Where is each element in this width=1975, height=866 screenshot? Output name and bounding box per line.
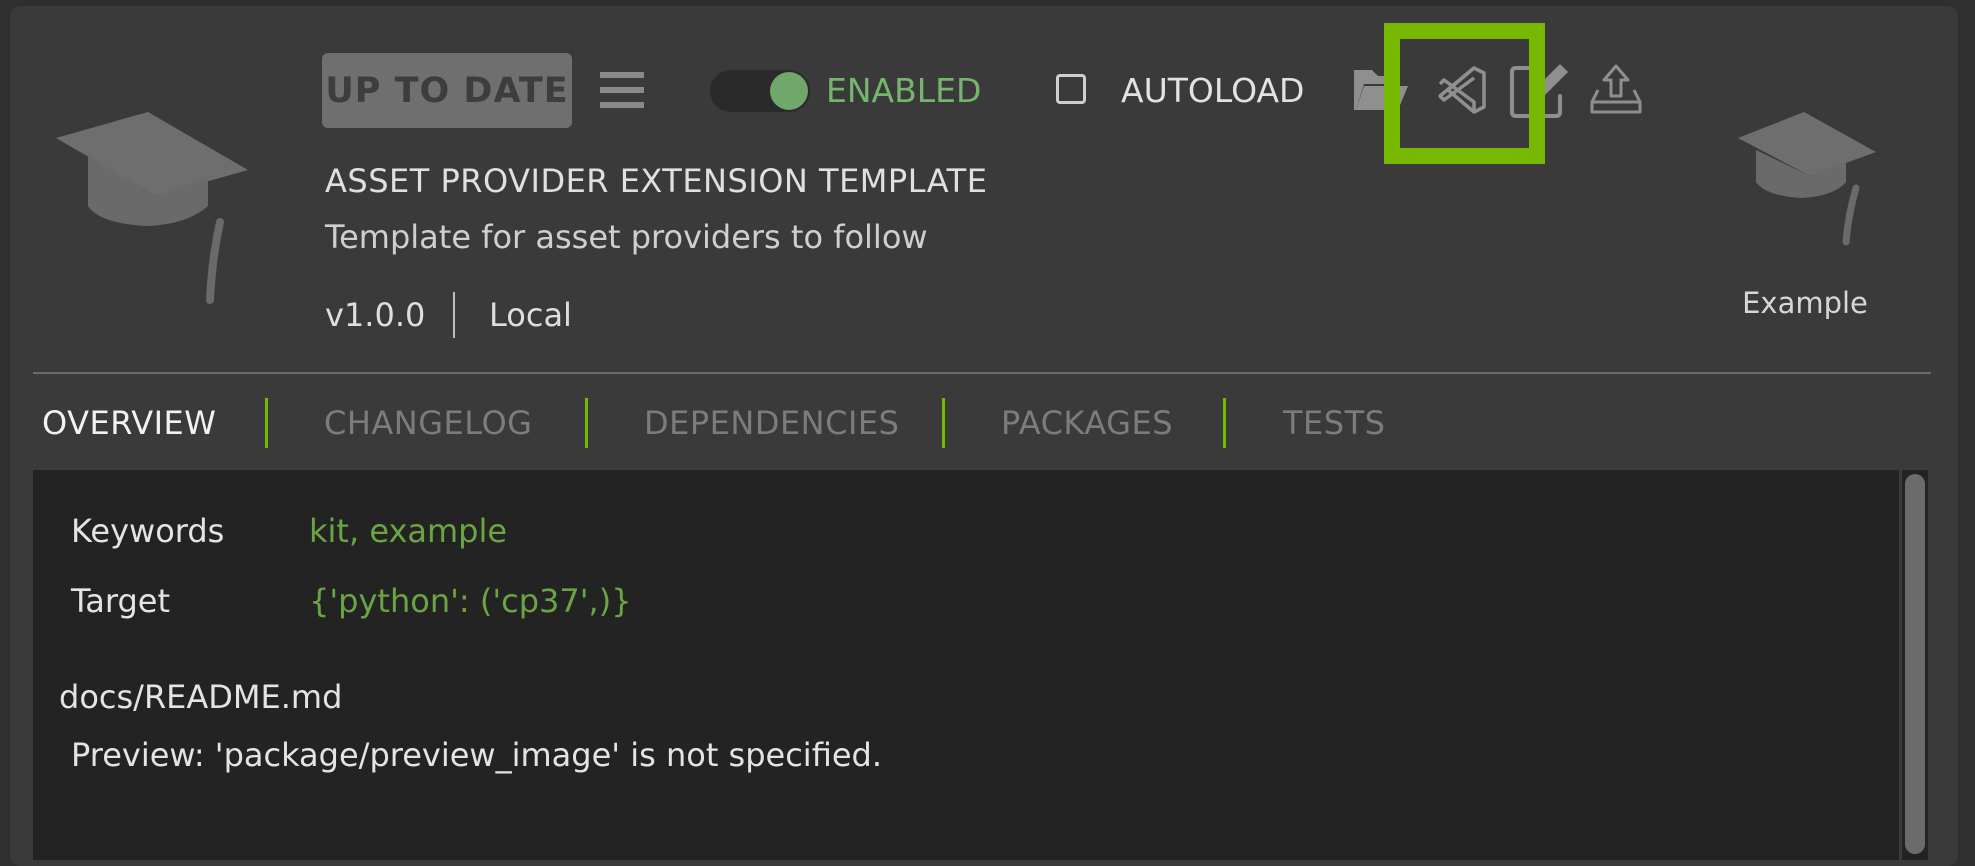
tab-separator xyxy=(942,398,945,448)
target-value: {'python': ('cp37',)} xyxy=(309,582,632,620)
tab-changelog[interactable]: CHANGELOG xyxy=(324,404,532,442)
status-badge: UP TO DATE xyxy=(322,53,572,128)
header-divider xyxy=(33,372,1931,374)
preview-message: Preview: 'package/preview_image' is not … xyxy=(71,736,883,774)
menu-icon[interactable] xyxy=(600,70,644,110)
version-label: v1.0.0 xyxy=(325,296,426,334)
keywords-value: kit, example xyxy=(309,512,508,550)
tab-packages[interactable]: PACKAGES xyxy=(1001,404,1173,442)
autoload-checkbox[interactable] xyxy=(1056,74,1086,104)
version-separator xyxy=(453,292,455,338)
target-label: Target xyxy=(71,582,170,620)
preview-label: Example xyxy=(1742,286,1868,320)
extension-title: ASSET PROVIDER EXTENSION TEMPLATE xyxy=(325,162,988,200)
enabled-label: ENABLED xyxy=(826,71,982,110)
enabled-toggle[interactable] xyxy=(710,70,810,112)
publish-icon[interactable] xyxy=(1588,62,1644,118)
vscode-icon[interactable] xyxy=(1434,62,1490,118)
tab-separator xyxy=(265,398,268,448)
keywords-label: Keywords xyxy=(71,512,225,550)
folder-open-icon[interactable] xyxy=(1352,62,1408,118)
graduation-cap-icon xyxy=(1738,112,1876,246)
graduation-cap-icon xyxy=(56,112,248,304)
toggle-knob xyxy=(770,72,808,110)
scrollbar-thumb[interactable] xyxy=(1905,474,1925,854)
extension-description: Template for asset providers to follow xyxy=(325,218,928,256)
tab-separator xyxy=(585,398,588,448)
readme-path: docs/README.md xyxy=(59,678,343,716)
tab-separator xyxy=(1223,398,1226,448)
tab-tests[interactable]: TESTS xyxy=(1283,404,1385,442)
tab-dependencies[interactable]: DEPENDENCIES xyxy=(644,404,899,442)
edit-icon[interactable] xyxy=(1508,60,1572,120)
source-label: Local xyxy=(489,296,572,334)
tab-overview[interactable]: OVERVIEW xyxy=(42,404,216,442)
autoload-label: AUTOLOAD xyxy=(1121,71,1305,110)
